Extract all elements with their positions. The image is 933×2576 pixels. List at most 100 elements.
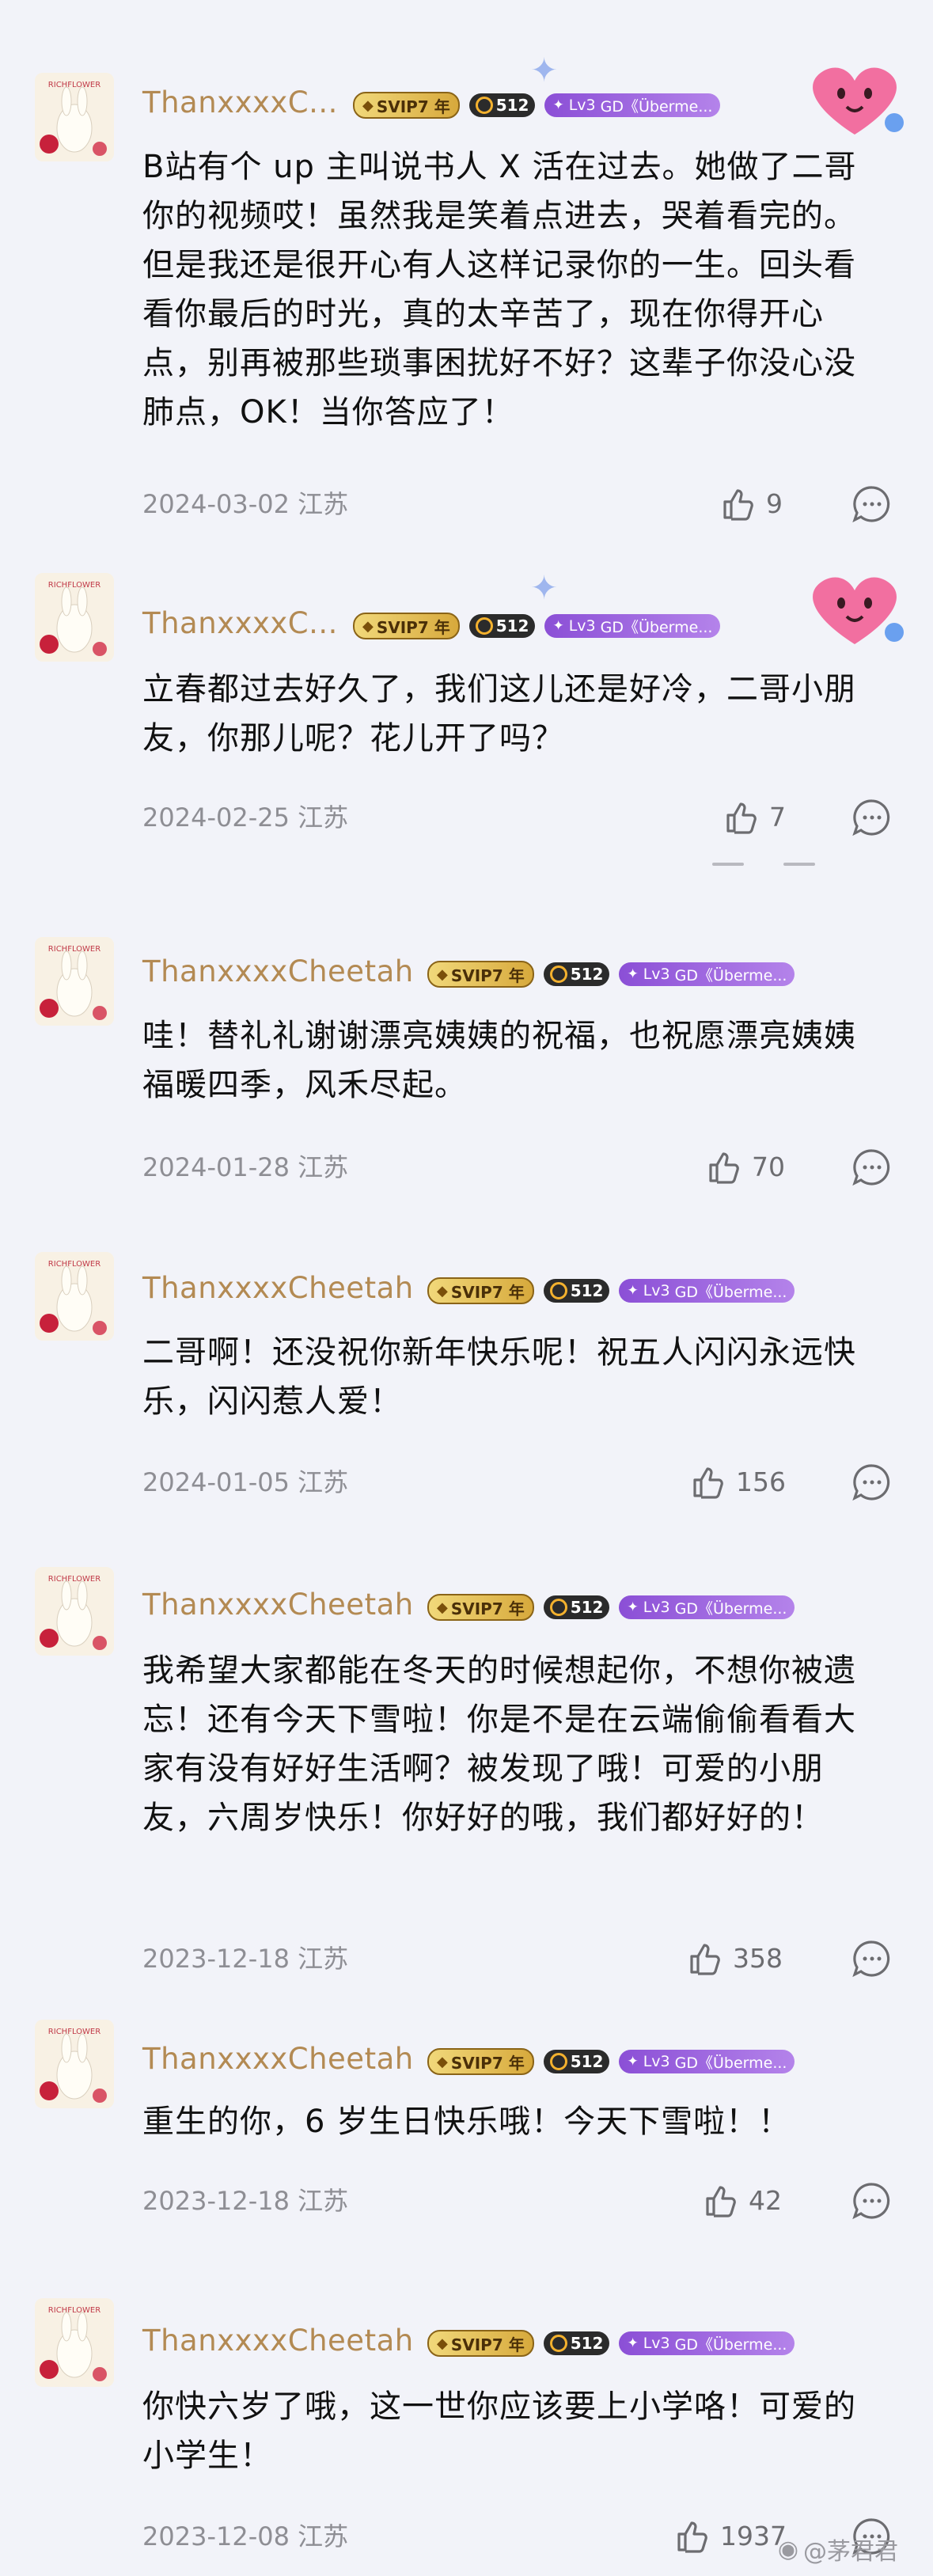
sparkle-icon: ✦ — [627, 2054, 639, 2070]
ring-icon — [549, 1599, 567, 1616]
like-count: 358 — [733, 1942, 783, 1974]
comment-location: 江苏 — [298, 2186, 349, 2216]
comment-item: RICHFLOWER ThanxxxxCheetah ◆ SVIP7 年 512 … — [0, 871, 933, 1187]
comment-meta: 2024-01-28 江苏 — [142, 1148, 348, 1184]
like-button[interactable]: 9 — [719, 484, 783, 522]
comment-meta: 2023-12-18 江苏 — [142, 2181, 348, 2217]
comment-meta: 2023-12-18 江苏 — [142, 1939, 348, 1975]
avatar[interactable]: RICHFLOWER — [35, 2020, 114, 2108]
weibo-icon: ◉ — [777, 2535, 798, 2563]
comment-date: 2023-12-08 — [142, 2521, 290, 2551]
like-button[interactable]: 1937 — [673, 2517, 787, 2555]
svg-text:RICHFLOWER: RICHFLOWER — [48, 1260, 101, 1269]
sparkle-icon: ✦ — [627, 1283, 639, 1299]
like-count: 70 — [752, 1151, 785, 1182]
comment-text: 哇！替礼礼谢谢漂亮姨姨的祝福，也祝愿漂亮姨姨福暖四季，风禾尽起。 — [142, 1018, 856, 1103]
heart-decoration-icon — [795, 565, 914, 652]
badge-512: 512 — [543, 2331, 610, 2355]
like-count: 7 — [769, 801, 786, 833]
level-badge: ✦ Lv3 GD《Überme... — [619, 1595, 795, 1619]
ring-icon — [475, 97, 493, 114]
svg-text:RICHFLOWER: RICHFLOWER — [48, 945, 101, 954]
avatar[interactable]: RICHFLOWER — [35, 1252, 114, 1341]
comment-item: RICHFLOWER ThanxxxxCheetah ◆ SVIP7 年 512 … — [0, 1978, 933, 2220]
svip-badge: ◆ SVIP7 年 — [427, 961, 534, 988]
svg-text:RICHFLOWER: RICHFLOWER — [48, 2306, 101, 2315]
username[interactable]: ThanxxxxCheetah — [142, 1588, 414, 1622]
comment-item: RICHFLOWER ThanxxxxCheetah ◆ SVIP7 年 512 … — [0, 2216, 933, 2576]
ring-icon — [549, 966, 567, 983]
badge-group: ◆ SVIP7 年 512 ✦ Lv3 GD《Überme... — [353, 92, 721, 119]
username[interactable]: ThanxxxxCheetah — [142, 954, 414, 988]
comment-date: 2024-02-25 — [142, 802, 290, 833]
level-badge: ✦ Lv3 GD《Überme... — [544, 614, 721, 638]
reply-icon[interactable] — [852, 1148, 892, 1187]
avatar[interactable]: RICHFLOWER — [35, 1567, 114, 1656]
username[interactable]: ThanxxxxCheetah — [142, 2324, 414, 2358]
comment-location: 江苏 — [298, 489, 349, 519]
like-count: 42 — [749, 2184, 782, 2216]
badge-group: ◆ SVIP7 年 512 ✦ Lv3 GD《Überme... — [427, 1594, 795, 1621]
level-badge: ✦ Lv3 GD《Überme... — [619, 1279, 795, 1303]
comment-text: 你快六岁了哦，这一世你应该要上小学咯！可爱的小学生！ — [142, 2388, 856, 2474]
username[interactable]: ThanxxxxCheetah — [142, 2042, 414, 2076]
svip-badge: ◆ SVIP7 年 — [427, 1277, 534, 1304]
diamond-icon: ◆ — [437, 2053, 448, 2070]
comment-item: ✦ RICHFLOWER ThanxxxxC... ◆ SVIP7 年 512 ✦… — [0, 0, 933, 554]
comment-item: ✦ RICHFLOWER ThanxxxxC... ◆ SVIP7 年 512 ✦… — [0, 554, 933, 871]
thumbs-up-icon — [709, 1152, 739, 1184]
sparkle-icon: ✦ — [627, 2335, 639, 2351]
heart-decoration-icon — [795, 55, 914, 142]
username[interactable]: ThanxxxxCheetah — [142, 1271, 414, 1305]
avatar[interactable]: RICHFLOWER — [35, 937, 114, 1026]
comment-text: 立春都过去好久了，我们这儿还是好冷，二哥小朋友，你那儿呢？花儿开了吗？ — [142, 671, 856, 757]
like-count: 9 — [766, 488, 783, 519]
badge-512: 512 — [468, 614, 536, 638]
like-button[interactable]: 42 — [701, 2181, 782, 2219]
sparkle-icon: ✦ — [627, 966, 639, 982]
svg-text:RICHFLOWER: RICHFLOWER — [48, 581, 101, 590]
badge-512: 512 — [543, 1279, 610, 1303]
comment-location: 江苏 — [298, 2521, 349, 2551]
level-badge: ✦ Lv3 GD《Überme... — [619, 962, 795, 986]
svip-badge: ◆ SVIP7 年 — [427, 2048, 534, 2075]
thumbs-up-icon — [726, 802, 757, 834]
separator — [712, 863, 870, 869]
reply-icon[interactable] — [852, 1463, 892, 1502]
like-button[interactable]: 358 — [685, 1939, 783, 1977]
svip-badge: ◆ SVIP7 年 — [427, 1594, 534, 1621]
badge-group: ◆ SVIP7 年 512 ✦ Lv3 GD《Überme... — [353, 613, 721, 639]
diamond-icon: ◆ — [437, 966, 448, 983]
thumbs-up-icon — [693, 1467, 723, 1499]
reply-icon[interactable] — [852, 2181, 892, 2221]
thumbs-up-icon — [723, 489, 753, 521]
sparkle-icon: ✦ — [627, 1599, 639, 1615]
avatar[interactable]: RICHFLOWER — [35, 573, 114, 662]
like-button[interactable]: 7 — [722, 798, 786, 836]
badge-group: ◆ SVIP7 年 512 ✦ Lv3 GD《Überme... — [427, 961, 795, 988]
svip-badge: ◆ SVIP7 年 — [353, 92, 460, 119]
reply-icon[interactable] — [852, 1939, 892, 1978]
reply-icon[interactable] — [852, 798, 892, 837]
avatar[interactable]: RICHFLOWER — [35, 2298, 114, 2387]
comment-date: 2024-01-28 — [142, 1152, 290, 1182]
comment-text: 我希望大家都能在冬天的时候想起你，不想你被遗忘！还有今天下雪啦！你是不是在云端偷… — [142, 1652, 856, 1836]
sparkle-icon: ✦ — [530, 568, 559, 607]
thumbs-up-icon — [690, 1944, 720, 1975]
badge-group: ◆ SVIP7 年 512 ✦ Lv3 GD《Überme... — [427, 1277, 795, 1304]
username[interactable]: ThanxxxxC... — [142, 85, 338, 120]
level-badge: ✦ Lv3 GD《Überme... — [544, 93, 721, 117]
comment-text: 二哥啊！还没祝你新年快乐呢！祝五人闪闪永远快乐，闪闪惹人爱！ — [142, 1334, 856, 1420]
avatar[interactable]: RICHFLOWER — [35, 73, 114, 161]
like-button[interactable]: 156 — [688, 1463, 786, 1500]
like-button[interactable]: 70 — [704, 1148, 785, 1186]
comment-location: 江苏 — [298, 1152, 349, 1182]
diamond-icon: ◆ — [437, 1599, 448, 1616]
comment-location: 江苏 — [298, 1944, 349, 1974]
username[interactable]: ThanxxxxC... — [142, 606, 338, 640]
comment-meta: 2024-03-02 江苏 — [142, 484, 348, 521]
reply-icon[interactable] — [852, 484, 892, 524]
comment-date: 2024-01-05 — [142, 1467, 290, 1497]
ring-icon — [549, 2053, 567, 2070]
sparkle-icon: ✦ — [552, 97, 564, 113]
